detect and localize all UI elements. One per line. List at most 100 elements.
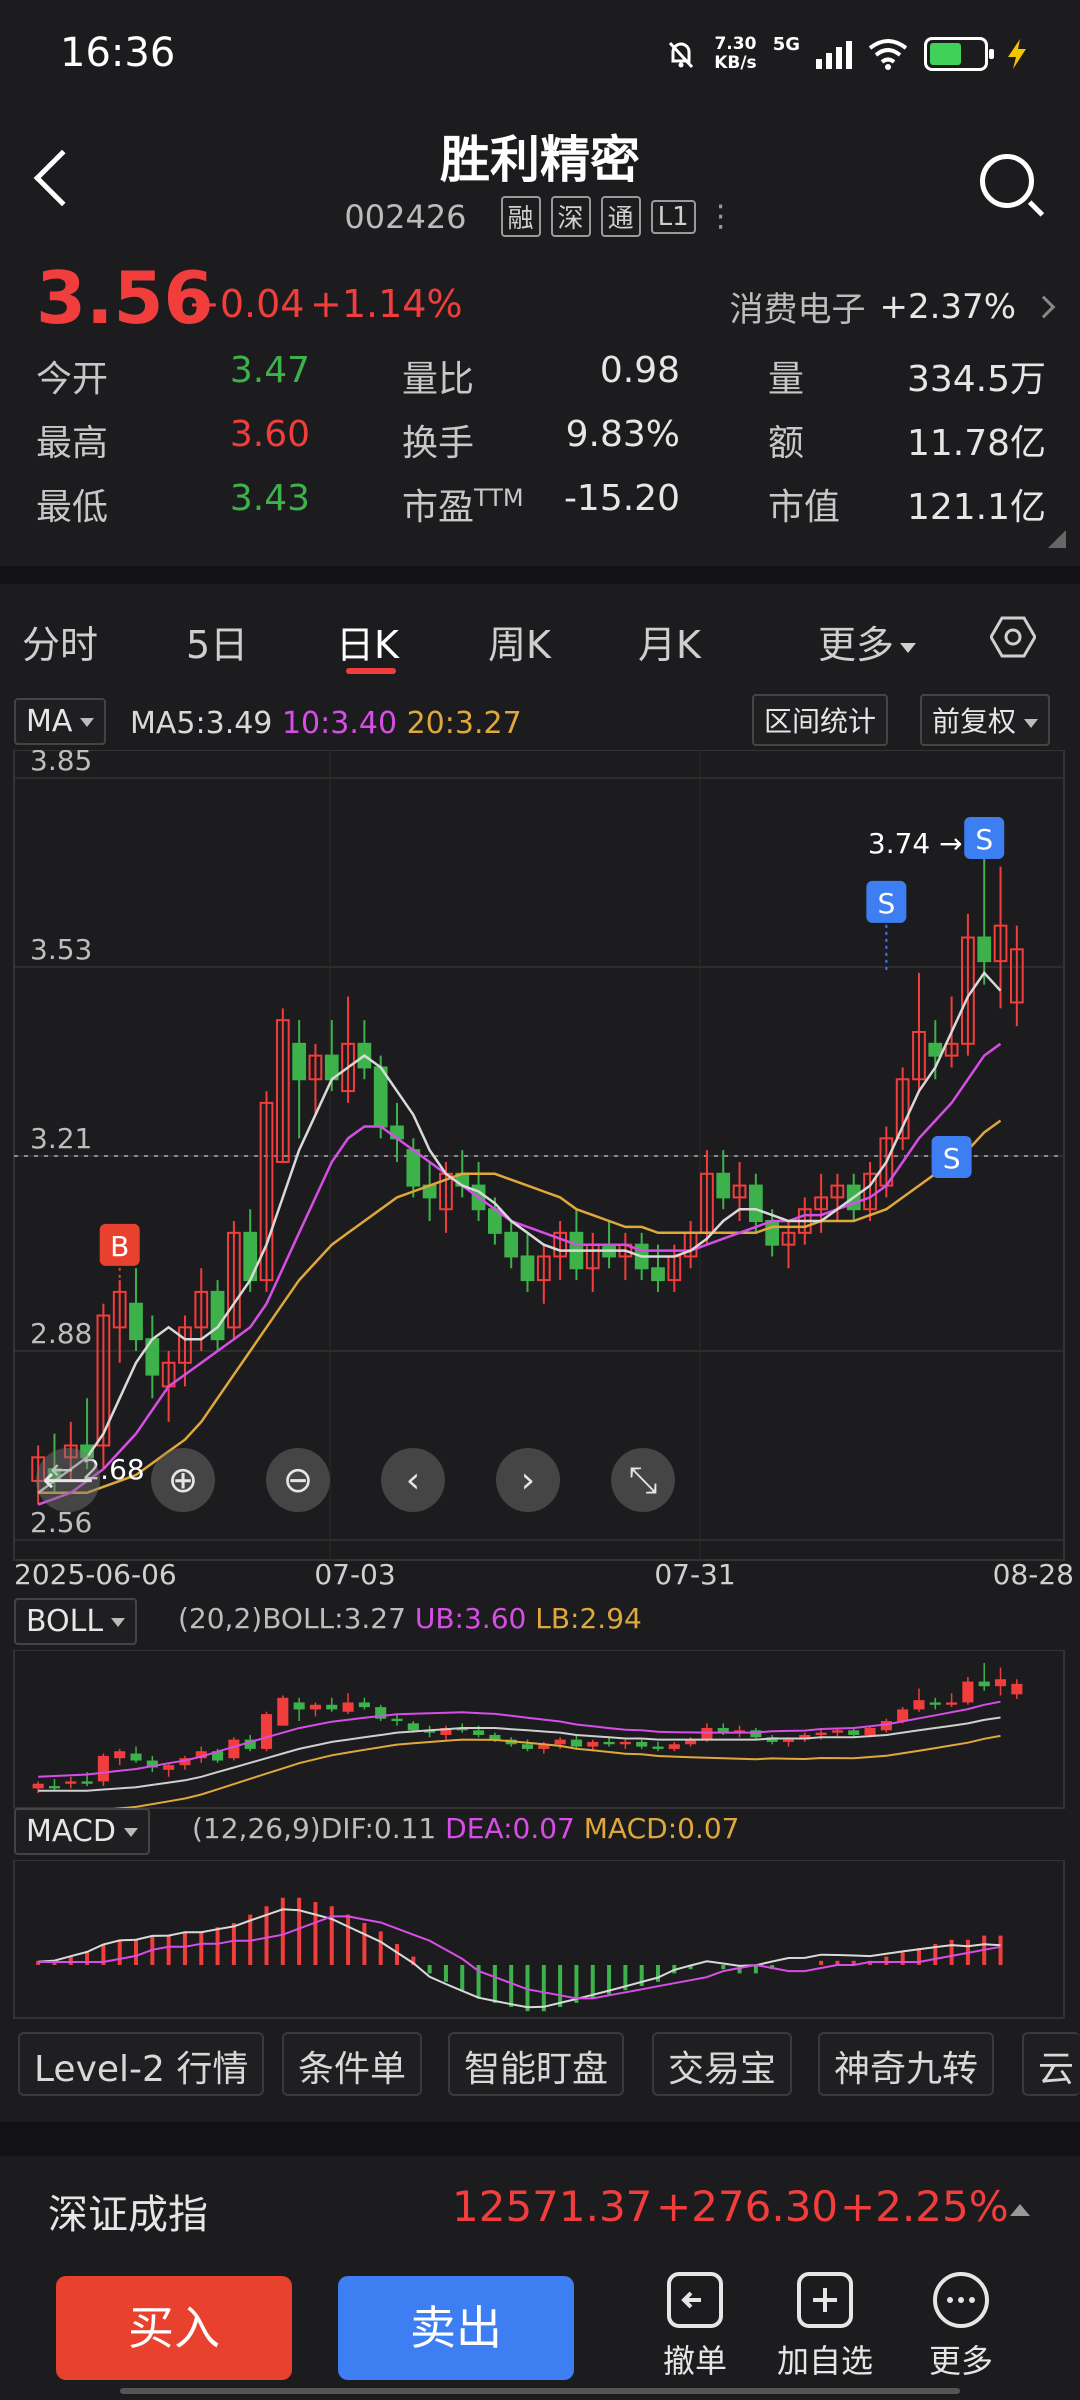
macd-params: (12,26,9)DIF:0.11 [192, 1812, 437, 1845]
tool-level2[interactable]: Level-2 行情 [18, 2032, 265, 2096]
range-stats-button[interactable]: 区间统计 [752, 694, 889, 746]
x-tick-label: 08-28 [993, 1558, 1074, 1591]
index-ticker[interactable]: 深证成指 12571.37 +276.30 +2.25% [0, 2160, 1080, 2260]
macd-indicator-select[interactable]: MACD [14, 1808, 150, 1855]
boll-candle [831, 1730, 843, 1733]
tab-weekly-k[interactable]: 周K [488, 614, 551, 669]
tag-level1: L1 [650, 199, 696, 234]
ma5-line [37, 970, 1002, 1494]
chevron-left-icon[interactable]: ‹ [381, 1448, 445, 1512]
low-label: 最低 [36, 487, 109, 528]
boll-lower-line [90, 1734, 1001, 1810]
y-tick-label: 2.88 [30, 1317, 92, 1350]
boll-ub: UB:3.60 [414, 1602, 527, 1635]
zoom-out-icon[interactable]: ⊖ [266, 1448, 330, 1512]
boll-candle [636, 1741, 648, 1747]
macd-legend: (12,26,9)DIF:0.11 DEA:0.07 MACD:0.07 [192, 1812, 739, 1845]
boll-candle [277, 1697, 289, 1726]
candle [928, 1042, 943, 1057]
y-tick-label: 3.85 [30, 750, 92, 777]
undo-arrow-icon [667, 2272, 723, 2328]
cancel-order-button[interactable]: 撤单 [630, 2272, 760, 2382]
boll-candle [260, 1714, 273, 1749]
more-actions-button[interactable]: 更多 [896, 2272, 1026, 2382]
chevron-right-icon-glyph: › [521, 1460, 535, 1501]
chevron-left-icon-glyph: ‹ [406, 1460, 420, 1501]
sell-marker-label: S [877, 887, 895, 920]
zoom-in-icon-glyph: ⊕ [168, 1460, 198, 1501]
back-arrow-icon[interactable]: ⟵ [36, 1448, 100, 1512]
sector-link[interactable]: 消费电子 +2.37% [730, 282, 1056, 331]
boll-candle [929, 1702, 941, 1705]
y-tick-label: 3.53 [30, 933, 92, 966]
candle [504, 1231, 519, 1258]
ma-legend: MA5:3.49 10:3.40 20:3.27 [130, 706, 522, 741]
macd-chart [13, 1860, 1065, 2019]
boll-chart [13, 1650, 1065, 1810]
ma20-value: 20:3.27 [406, 706, 522, 741]
boll-candle [391, 1718, 403, 1722]
tab-5day[interactable]: 5日 [186, 614, 248, 669]
adjust-select[interactable]: 前复权 [920, 694, 1051, 746]
buy-marker-label: B [110, 1230, 129, 1263]
open-label: 今开 [36, 359, 109, 400]
boll-legend: (20,2)BOLL:3.27 UB:3.60 LB:2.94 [178, 1602, 642, 1635]
tool-trade-treasure[interactable]: 交易宝 [652, 2032, 793, 2096]
ma5-value: MA5:3.49 [130, 706, 273, 741]
boll-candle [554, 1739, 566, 1745]
boll-candle [358, 1702, 370, 1708]
tag-connect: 通 [600, 196, 641, 237]
tool-conditional-order[interactable]: 条件单 [282, 2032, 423, 2096]
tab-intraday[interactable]: 分时 [22, 614, 98, 669]
candle [651, 1267, 665, 1282]
add-watchlist-button[interactable]: 加自选 [760, 2272, 890, 2382]
expand-corner-icon[interactable] [1048, 530, 1066, 548]
boll-candle [32, 1783, 44, 1789]
mute-bell-icon [669, 41, 694, 69]
tool-cloud[interactable]: 云 [1022, 2032, 1080, 2096]
more-tags-icon[interactable]: ⋮ [706, 202, 736, 232]
boll-candle [521, 1744, 534, 1749]
turnover-value: 9.83% [565, 414, 680, 455]
open-value: 3.47 [229, 350, 310, 391]
fullscreen-icon[interactable]: ⤡ [611, 1448, 675, 1512]
boll-candle [994, 1679, 1007, 1687]
boll-indicator-select[interactable]: BOLL [14, 1598, 138, 1645]
ma20-line [38, 1119, 1002, 1494]
expand-up-icon[interactable] [1010, 2204, 1030, 2216]
tab-daily-k[interactable]: 日K [336, 614, 399, 669]
buy-button[interactable]: 买入 [56, 2276, 292, 2380]
settings-icon[interactable] [990, 614, 1036, 660]
sell-button[interactable]: 卖出 [338, 2276, 574, 2380]
candle [210, 1290, 225, 1341]
market-cap-label: 市值 [768, 487, 841, 528]
battery-icon [924, 37, 994, 71]
home-indicator [120, 2388, 960, 2394]
tab-more[interactable]: 更多 [818, 614, 917, 669]
chevron-right-icon[interactable]: › [496, 1448, 560, 1512]
ma10-value: 10:3.40 [281, 706, 398, 741]
boll-candle [815, 1732, 827, 1735]
price-change: +0.04 [188, 282, 305, 326]
macd-dea: DEA:0.07 [445, 1812, 575, 1845]
tag-margin: 融 [500, 196, 541, 237]
status-bar: 16:36 7.30 KB/s 5G [0, 0, 1080, 110]
boll-candle [978, 1681, 990, 1687]
search-icon[interactable] [980, 154, 1034, 208]
high-marker-label: 3.74 → [868, 827, 963, 860]
section-divider [0, 566, 1080, 584]
candle [406, 1149, 421, 1187]
boll-candle [97, 1755, 109, 1782]
dropdown-icon [111, 1618, 126, 1627]
pe-value: -15.20 [563, 478, 680, 519]
boll-candle [473, 1730, 485, 1735]
stock-code: 002426 [344, 197, 467, 236]
kline-chart[interactable]: 3.853.533.212.882.563.74 →← 2.68BSSS⟵⊕⊖‹… [0, 750, 1080, 1600]
price-change-pct: +1.14% [310, 282, 463, 326]
ma-indicator-select[interactable]: MA [14, 698, 107, 745]
status-icons: 7.30 KB/s 5G [664, 34, 1030, 74]
tool-smart-watch[interactable]: 智能盯盘 [448, 2032, 625, 2096]
tab-monthly-k[interactable]: 月K [638, 614, 701, 669]
zoom-in-icon[interactable]: ⊕ [151, 1448, 215, 1512]
tool-magic-nine[interactable]: 神奇九转 [818, 2032, 995, 2096]
